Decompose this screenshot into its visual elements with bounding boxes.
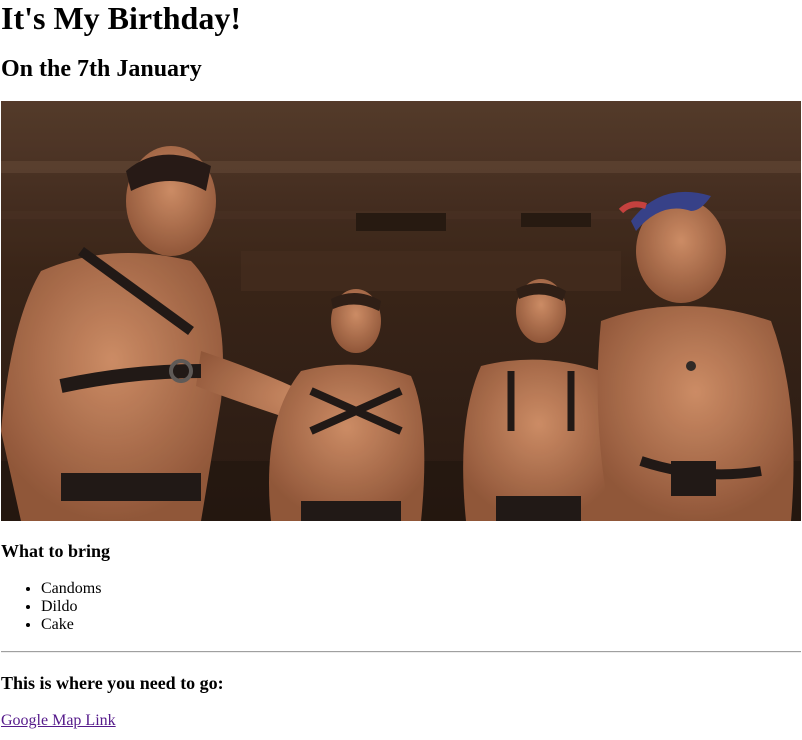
- bring-list: Candoms Dildo Cake: [1, 580, 802, 634]
- photo-illustration: [1, 101, 801, 521]
- page: It's My Birthday! On the 7th January Wha…: [0, 0, 802, 730]
- party-photo: [1, 101, 801, 521]
- list-item: Cake: [41, 616, 802, 634]
- divider: [1, 651, 801, 653]
- location-heading: This is where you need to go:: [1, 673, 224, 693]
- google-map-link[interactable]: Google Map Link: [1, 712, 116, 730]
- list-item: Dildo: [41, 598, 802, 616]
- date-subtitle: On the 7th January: [1, 56, 202, 82]
- page-title: It's My Birthday!: [1, 0, 241, 36]
- list-item: Candoms: [41, 580, 802, 598]
- bring-heading: What to bring: [1, 541, 111, 561]
